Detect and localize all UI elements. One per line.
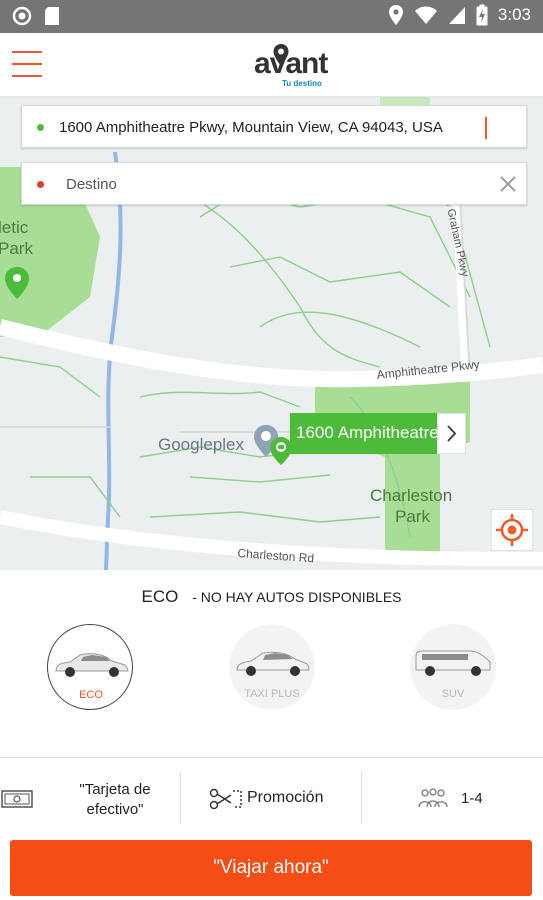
van-icon — [415, 650, 491, 676]
status-bar: 3:03 — [0, 0, 543, 33]
hatchback-car-icon — [236, 651, 310, 676]
destination-input[interactable]: Destino — [66, 176, 117, 193]
logo-tagline: Tu destino — [282, 79, 322, 88]
passengers-option[interactable]: 1-4 — [362, 758, 543, 838]
payment-label: "Tarjeta de efectivo" — [79, 781, 151, 818]
hamburger-menu-icon[interactable] — [12, 51, 42, 77]
selected-category: ECO — [141, 587, 179, 606]
place-callout[interactable]: 1600 Amphitheatre Pkwy — [290, 413, 437, 454]
wifi-icon — [414, 6, 437, 24]
trip-options-row: "Tarjeta de efectivo" Promoción 1-4 — [0, 757, 543, 837]
ride-option-eco[interactable]: ECO — [47, 624, 133, 710]
scissors-coupon-icon — [209, 788, 242, 810]
passengers-label: 1-4 — [461, 790, 483, 807]
payment-option[interactable]: "Tarjeta de efectivo" — [0, 770, 180, 826]
map-label-charleston-park-1: Charleston — [370, 486, 453, 505]
origin-input[interactable]: 1600 Amphitheatre Pkwy, Mountain View, C… — [59, 119, 443, 136]
logo-pin-icon — [273, 44, 289, 66]
travel-now-button[interactable]: "Viajar ahora" — [10, 840, 532, 896]
location-icon — [388, 5, 403, 25]
my-location-button[interactable] — [491, 509, 533, 551]
promo-label: Promoción — [247, 789, 324, 806]
status-bar-left — [12, 6, 60, 26]
destination-pin-icon[interactable] — [270, 437, 292, 465]
ride-panel: ECO - NO HAY AUTOS DISPONIBLES ECO TAXI … — [0, 570, 543, 757]
passengers-icon — [418, 788, 448, 808]
map-label-charleston-park-2: Park — [395, 507, 430, 526]
map-label-googleplex: Googleplex — [158, 435, 245, 454]
ride-option-label: TAXI PLUS — [244, 688, 300, 700]
battery-charging-icon — [476, 4, 488, 26]
origin-dot-icon — [37, 124, 44, 131]
text-cursor — [485, 117, 487, 139]
crosshair-icon — [496, 514, 528, 546]
status-time: 3:03 — [497, 5, 531, 24]
promo-option[interactable]: Promoción — [181, 758, 361, 838]
ride-option-label: ECO — [79, 689, 103, 701]
app-header: avant Tu destino — [0, 33, 543, 97]
clear-icon[interactable] — [496, 172, 520, 196]
sd-card-icon — [45, 7, 59, 25]
status-bar-right: 3:03 — [388, 4, 531, 26]
cash-icon — [1, 790, 33, 808]
ride-option-label: SUV — [441, 688, 465, 700]
origin-field[interactable]: 1600 Amphitheatre Pkwy, Mountain View, C… — [21, 105, 527, 148]
availability-text: - NO HAY AUTOS DISPONIBLES — [192, 589, 402, 605]
map-label-park-left-2: Park — [0, 239, 33, 258]
ride-status: ECO - NO HAY AUTOS DISPONIBLES — [0, 587, 543, 607]
circle-notification-icon — [12, 6, 32, 26]
ride-option-taxi-plus[interactable]: TAXI PLUS — [229, 624, 315, 710]
map-label-park-left-1: letic — [0, 218, 29, 237]
logo-wordmark: avant — [254, 47, 328, 80]
callout-chevron-right-icon[interactable] — [437, 413, 466, 454]
sedan-car-icon — [55, 653, 129, 677]
destination-dot-icon — [37, 181, 44, 188]
ride-option-suv[interactable]: SUV — [410, 624, 496, 710]
destination-field[interactable]: Destino — [21, 162, 527, 205]
signal-icon — [448, 7, 465, 24]
app-logo: avant Tu destino — [254, 43, 344, 91]
